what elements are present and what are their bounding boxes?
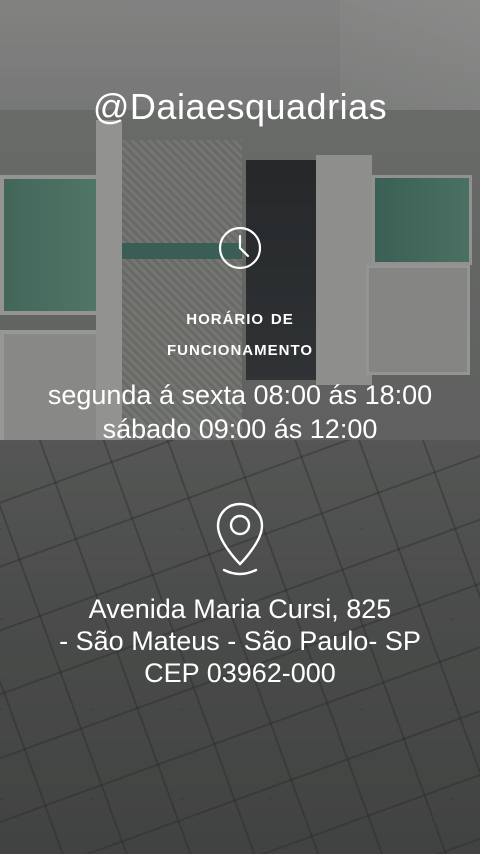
hours-heading-line1: HORÁRIO DE: [186, 306, 294, 329]
instagram-handle: @Daiaesquadrias: [92, 86, 388, 127]
clock-icon: [218, 226, 262, 270]
location-pin-icon: [216, 502, 264, 576]
address-postal-code: CEP 03962-000: [144, 658, 336, 688]
hours-heading-line2: FUNCIONAMENTO: [166, 337, 314, 360]
hours-heading: HORÁRIO DE FUNCIONAMENTO: [0, 302, 480, 364]
weekday-hours: segunda á sexta 08:00 ás 18:00: [47, 380, 433, 410]
address-street: Avenida Maria Cursi, 825: [88, 594, 392, 624]
saturday-hours: sábado 09:00 ás 12:00: [102, 414, 378, 444]
address-district: - São Mateus - São Paulo- SP: [59, 626, 421, 656]
